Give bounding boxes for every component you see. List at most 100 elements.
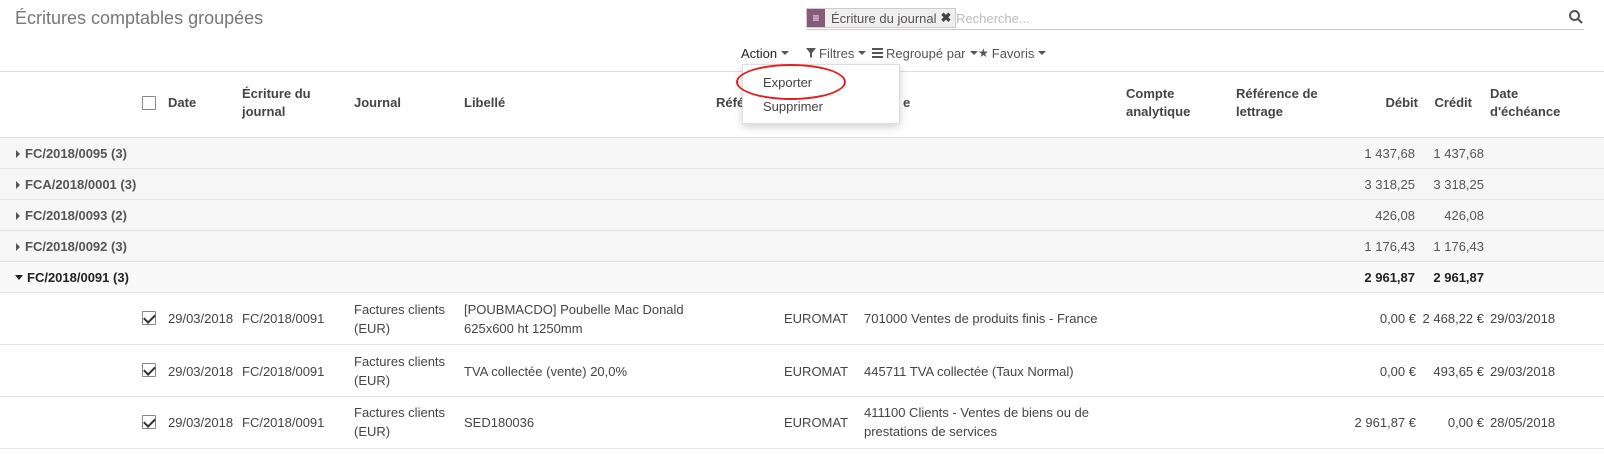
row-journal-line1: Factures clients [354,302,446,317]
group-label: FC/2018/0092 (3) [25,239,127,254]
table-row[interactable]: 29/03/2018 FC/2018/0091 Factures clients… [0,397,1604,449]
action-label: Action [741,45,778,61]
group-by-label: Regroupé par [886,45,966,61]
facet-close-icon[interactable]: ✖ [941,10,956,26]
search-input[interactable] [956,8,1536,28]
col-analytic[interactable]: Compte analytique [1126,85,1190,121]
row-entry: FC/2018/0091 [242,311,325,326]
caret-down-icon [969,51,978,55]
row-account: 701000 Ventes de produits finis - France [864,311,1098,326]
row-journal: Factures clients (EUR) [354,300,445,338]
caret-down-icon [858,51,867,55]
search-facet[interactable]: ≡ Écriture du journal ✖ [806,8,957,28]
row-label: [POUBMACDO] Poubelle Mac Donald 625x600 … [464,300,684,338]
row-label: TVA collectée (vente) 20,0% [464,364,628,379]
group-label: FC/2018/0091 (3) [27,270,129,285]
row-entry: FC/2018/0091 [242,415,325,430]
col-date[interactable]: Date [168,94,196,112]
select-all-checkbox[interactable] [142,96,156,110]
row-date: 29/03/2018 [168,311,234,326]
col-credit[interactable]: Crédit [1400,94,1472,112]
row-account: 411100 Clients - Ventes de biens ou de p… [864,403,1089,441]
search-icon[interactable] [1568,9,1584,25]
row-account-line1: 411100 Clients - Ventes de biens ou de [864,405,1090,420]
col-reference[interactable]: Réfé [716,94,744,112]
bars-icon [872,48,883,58]
group-row[interactable]: FC/2018/0093 (2) 426,08 426,08 [0,200,1604,231]
row-checkbox[interactable] [142,363,156,377]
search-bar: ≡ Écriture du journal ✖ [806,6,1584,30]
col-due-line1: Date [1490,86,1519,101]
row-journal: Factures clients (EUR) [354,352,445,390]
row-journal-line1: Factures clients [354,354,446,369]
col-due-date[interactable]: Date d'échéance [1490,85,1560,121]
filters-label: Filtres [819,45,855,61]
col-entry-line1: Écriture du [242,86,311,101]
row-partner: EUROMAT [784,311,849,326]
row-account-line2: prestations de services [864,424,997,439]
row-entry: FC/2018/0091 [242,364,325,379]
star-icon: ★ [978,46,989,60]
highlight-circle [736,64,846,100]
row-due-date: 29/03/2018 [1490,311,1556,326]
group-label: FC/2018/0093 (2) [25,208,127,223]
col-matching[interactable]: Référence de lettrage [1236,85,1318,121]
row-due-date: 29/03/2018 [1490,364,1556,379]
group-label: FC/2018/0095 (3) [25,146,127,161]
group-label: FCA/2018/0001 (3) [25,177,137,192]
row-label-line2: 625x600 ht 1250mm [464,321,583,336]
caret-right-icon [16,212,20,220]
list-icon: ≡ [807,9,825,27]
col-journal[interactable]: Journal [354,94,401,112]
row-date: 29/03/2018 [168,364,234,379]
favorites-label: Favoris [991,45,1035,61]
col-matching-line1: Référence de [1236,86,1318,101]
caret-right-icon [16,181,20,189]
row-credit: 2 468,22 € [1422,311,1484,326]
row-label-line1: [POUBMACDO] Poubelle Mac Donald [464,302,684,317]
col-analytic-line1: Compte [1126,86,1175,101]
row-label: SED180036 [464,415,535,430]
row-journal: Factures clients (EUR) [354,403,445,441]
filter-icon [806,48,816,58]
caret-down-icon [15,275,23,280]
col-entry-line2: journal [242,104,286,119]
group-credit: 2 961,87 [1433,270,1484,285]
table-row[interactable]: 29/03/2018 FC/2018/0091 Factures clients… [0,293,1604,345]
group-row[interactable]: FCA/2018/0001 (3) 3 318,25 3 318,25 [0,169,1604,200]
col-account[interactable]: e [903,94,910,112]
search-facet-label: Écriture du journal [831,10,937,26]
row-journal-line2: (EUR) [354,424,391,439]
group-credit: 1 437,68 [1433,146,1484,161]
row-partner: EUROMAT [784,415,849,430]
col-label[interactable]: Libellé [464,94,505,112]
row-due-date: 28/05/2018 [1490,415,1556,430]
group-row-expanded[interactable]: FC/2018/0091 (3) 2 961,87 2 961,87 [0,262,1604,293]
row-journal-line1: Factures clients [354,405,446,420]
col-matching-line2: lettrage [1236,104,1283,119]
action-dropdown[interactable]: Action [741,44,790,62]
group-credit: 426,08 [1444,208,1484,223]
row-journal-line2: (EUR) [354,373,391,388]
row-checkbox[interactable] [142,311,156,325]
group-credit: 3 318,25 [1433,177,1484,192]
caret-right-icon [16,243,20,251]
favorites-dropdown[interactable]: ★ Favoris [978,44,1047,62]
group-credit: 1 176,43 [1433,239,1484,254]
row-date: 29/03/2018 [168,415,234,430]
group-row[interactable]: FC/2018/0095 (3) 1 437,68 1 437,68 [0,138,1604,169]
col-entry[interactable]: Écriture du journal [242,85,311,121]
table-row[interactable]: 29/03/2018 FC/2018/0091 Factures clients… [0,345,1604,397]
group-by-dropdown[interactable]: Regroupé par [872,44,978,62]
group-row[interactable]: FC/2018/0092 (3) 1 176,43 1 176,43 [0,231,1604,262]
menu-item-delete[interactable]: Supprimer [763,99,823,114]
caret-right-icon [16,150,20,158]
filters-dropdown[interactable]: Filtres [806,44,867,62]
row-checkbox[interactable] [142,415,156,429]
caret-down-icon [781,51,790,55]
row-journal-line2: (EUR) [354,321,391,336]
row-credit: 493,65 € [1433,364,1484,379]
page-title: Écritures comptables groupées [15,8,264,28]
caret-down-icon [1038,51,1047,55]
row-partner: EUROMAT [784,364,849,379]
